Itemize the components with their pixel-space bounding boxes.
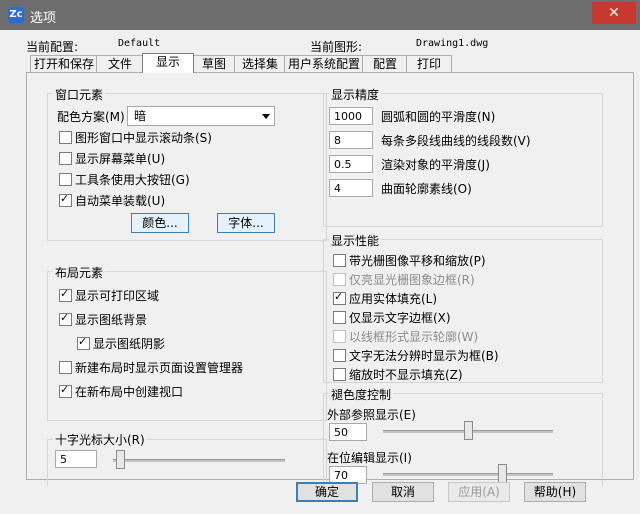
app-icon: Zc (8, 7, 24, 23)
printable-area-checkbox[interactable] (59, 287, 72, 302)
inplace-fade-label: 在位编辑显示(I) (327, 451, 412, 465)
create-viewport-label: 在新布局中创建视口 (75, 385, 184, 399)
page-setup-manager-checkbox[interactable] (59, 361, 72, 374)
tab-files[interactable]: 文件 (96, 55, 144, 72)
tab-user-preferences[interactable]: 用户系统配置 (284, 55, 364, 72)
window-elements-title: 窗口元素 (53, 86, 106, 103)
tab-drafting[interactable]: 草图 (192, 55, 236, 72)
xref-fade-input[interactable]: 50 (329, 423, 367, 441)
paper-background-label: 显示图纸背景 (75, 313, 148, 327)
inplace-fade-slider-thumb[interactable] (498, 464, 507, 483)
scrollbar-label: 图形窗口中显示滚动条(S) (75, 131, 212, 145)
wireframe-silhouette-checkbox[interactable] (333, 330, 346, 343)
text-frame-checkbox[interactable] (333, 311, 346, 324)
color-scheme-select[interactable]: 暗 (127, 106, 275, 126)
render-smoothness-label: 渲染对象的平滑度(J) (381, 158, 490, 172)
crosshair-title: 十字光标大小(R) (53, 431, 147, 448)
current-drawing-value: Drawing1.dwg (416, 38, 489, 49)
cancel-button[interactable]: 取消 (372, 482, 434, 502)
no-fill-on-zoom-checkbox[interactable] (333, 368, 346, 381)
xref-fade-label: 外部参照显示(E) (327, 408, 416, 422)
ok-button[interactable]: 确定 (296, 482, 358, 502)
text-as-box-checkbox[interactable] (333, 349, 346, 362)
paper-shadow-checkbox[interactable] (77, 335, 90, 350)
contour-lines-input[interactable]: 4 (329, 179, 373, 197)
auto-menu-label: 自动菜单装载(U) (75, 194, 166, 208)
chevron-down-icon (262, 114, 270, 119)
help-button[interactable]: 帮助(H) (524, 482, 586, 502)
title-bar[interactable]: Zc 选项 ✕ (0, 0, 640, 30)
no-fill-on-zoom-label: 缩放时不显示填充(Z) (349, 368, 463, 382)
fonts-button[interactable]: 字体... (217, 213, 275, 233)
paper-shadow-label: 显示图纸阴影 (93, 337, 166, 351)
raster-frame-label: 仅亮显光栅图象边框(R) (349, 273, 475, 287)
color-scheme-value: 暗 (134, 109, 147, 123)
contour-lines-label: 曲面轮廓素线(O) (381, 182, 472, 196)
auto-menu-checkbox[interactable] (59, 192, 72, 207)
current-config-label: 当前配置: (26, 40, 79, 54)
crosshair-slider-track (113, 459, 285, 462)
paper-background-checkbox[interactable] (59, 311, 72, 326)
display-performance-title: 显示性能 (329, 232, 382, 249)
create-viewport-checkbox[interactable] (59, 383, 72, 398)
screen-menu-label: 显示屏幕菜单(U) (75, 152, 166, 166)
color-scheme-label: 配色方案(M) (57, 110, 125, 124)
dialog-client: 当前配置: Default 当前图形: Drawing1.dwg 窗口元素 配色… (4, 30, 636, 510)
solid-fill-checkbox[interactable] (333, 290, 346, 305)
wireframe-silhouette-label: 以线框形式显示轮廓(W) (349, 330, 479, 344)
crosshair-slider-thumb[interactable] (115, 450, 125, 469)
text-frame-label: 仅显示文字边框(X) (349, 311, 451, 325)
arc-smoothness-input[interactable]: 1000 (329, 107, 373, 125)
display-resolution-title: 显示精度 (329, 86, 382, 103)
screen-menu-checkbox[interactable] (59, 152, 72, 165)
current-drawing-label: 当前图形: (310, 40, 363, 54)
tab-plot[interactable]: 打印 (406, 55, 452, 72)
apply-button[interactable]: 应用(A) (448, 482, 510, 502)
tab-profiles[interactable]: 配置 (362, 55, 408, 72)
polyline-segments-input[interactable]: 8 (329, 131, 373, 149)
fade-control-title: 褪色度控制 (329, 386, 394, 403)
options-dialog: Zc 选项 ✕ 当前配置: Default 当前图形: Drawing1.dwg… (0, 0, 640, 514)
xref-fade-slider-thumb[interactable] (464, 421, 473, 440)
large-buttons-checkbox[interactable] (59, 173, 72, 186)
close-button[interactable]: ✕ (592, 2, 636, 24)
colors-button[interactable]: 颜色... (131, 213, 189, 233)
render-smoothness-input[interactable]: 0.5 (329, 155, 373, 173)
text-as-box-label: 文字无法分辨时显示为框(B) (349, 349, 499, 363)
crosshair-size-input[interactable]: 5 (55, 450, 97, 468)
polyline-segments-label: 每条多段线曲线的线段数(V) (381, 134, 531, 148)
solid-fill-label: 应用实体填充(L) (349, 292, 438, 306)
raster-frame-checkbox[interactable] (333, 273, 346, 286)
tab-display[interactable]: 显示 (142, 53, 194, 73)
layout-elements-title: 布局元素 (53, 264, 106, 281)
arc-smoothness-label: 圆弧和圆的平滑度(N) (381, 110, 496, 124)
large-buttons-label: 工具条使用大按钮(G) (75, 173, 190, 187)
window-title: 选项 (30, 11, 57, 26)
tab-open-save[interactable]: 打开和保存 (30, 55, 98, 72)
raster-pan-zoom-checkbox[interactable] (333, 254, 346, 267)
tab-selection[interactable]: 选择集 (234, 55, 286, 72)
page-setup-manager-label: 新建布局时显示页面设置管理器 (75, 361, 244, 375)
inplace-fade-slider-track (383, 473, 553, 476)
tab-panel-display: 窗口元素 配色方案(M) 暗 图形窗口中显示滚动条(S) 显示屏幕菜单(U) 工… (26, 72, 634, 486)
current-config-value: Default (118, 38, 161, 49)
scrollbar-checkbox[interactable] (59, 131, 72, 144)
printable-area-label: 显示可打印区域 (75, 289, 160, 303)
raster-pan-zoom-label: 带光栅图像平移和缩放(P) (349, 254, 486, 268)
